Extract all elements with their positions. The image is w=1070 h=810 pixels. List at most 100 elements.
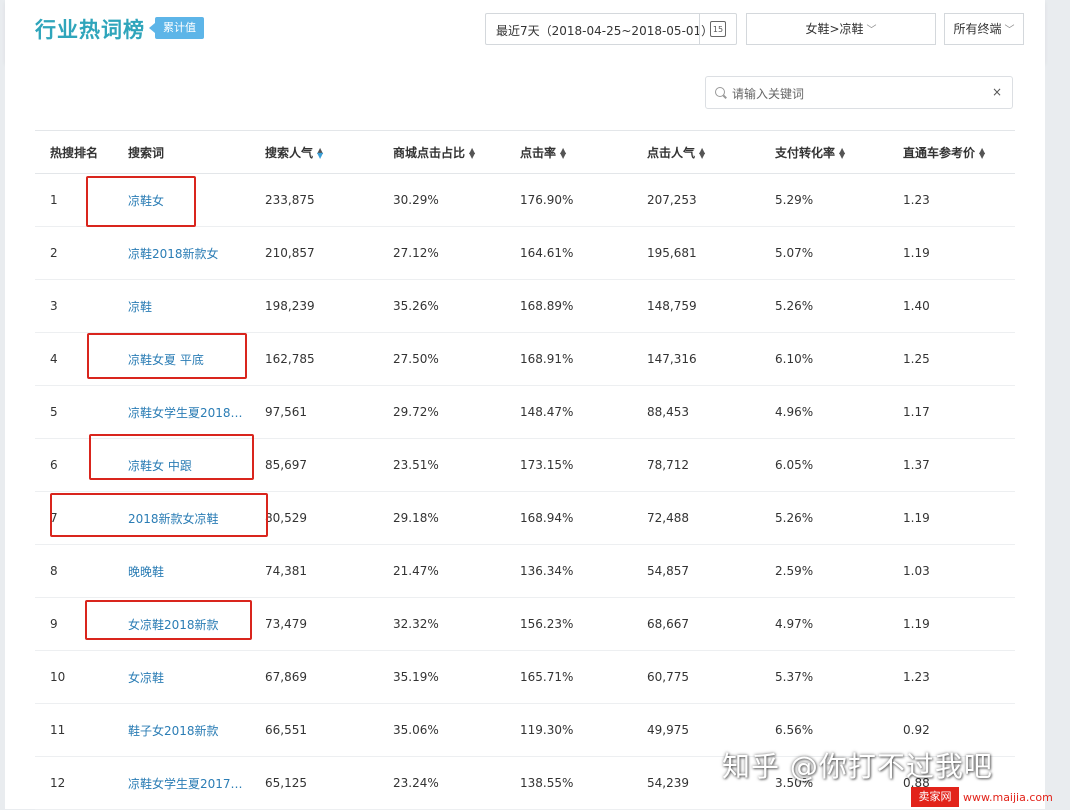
- cell-mall-click-ratio: 29.18%: [378, 491, 505, 545]
- cell-conversion: 6.10%: [760, 332, 888, 386]
- col-header-mall-click-ratio[interactable]: 商城点击占比 ▲ ▼: [378, 130, 505, 174]
- cell-ctr: 136.34%: [505, 544, 632, 598]
- calendar-button[interactable]: 15: [699, 14, 736, 44]
- sort-icon[interactable]: ▲ ▼: [979, 147, 985, 160]
- terminal-dropdown[interactable]: 所有终端 ﹀: [944, 13, 1024, 45]
- search-icon: [715, 87, 725, 97]
- cell-keyword[interactable]: 女凉鞋: [113, 650, 250, 704]
- cell-ctr: 176.90%: [505, 173, 632, 227]
- table-row: 8 晚晚鞋 74,381 21.47% 136.34% 54,857 2.59% 1.03: [35, 544, 1015, 598]
- cell-mall-click-ratio: 35.26%: [378, 279, 505, 333]
- search-input[interactable]: [730, 83, 984, 105]
- sort-icon[interactable]: ▲ ▼: [469, 147, 475, 160]
- sort-icon[interactable]: ▲ ▼: [839, 147, 845, 160]
- cell-mall-click-ratio: 21.47%: [378, 544, 505, 598]
- cell-rank: 3: [35, 279, 113, 333]
- cell-ctr: 156.23%: [505, 597, 632, 651]
- col-header-keyword: 搜索词: [113, 130, 250, 174]
- page-title: 行业热词榜: [35, 18, 145, 42]
- highlight-box: [89, 434, 254, 480]
- cell-ppc-price: 1.19: [888, 491, 1015, 545]
- cell-ppc-price: 1.23: [888, 650, 1015, 704]
- sort-icon[interactable]: ▲ ▼: [699, 147, 705, 160]
- table-header-row: 热搜排名 搜索词 搜索人气 ▲ ▼ 商城点击占比 ▲ ▼ 点击率 ▲ ▼ 点击人气 ▲ ▼ 支付…: [35, 130, 1015, 174]
- cell-click-popularity: 78,712: [632, 438, 760, 492]
- site-url: www.maijia.com: [963, 791, 1053, 804]
- cell-ctr: 165.71%: [505, 650, 632, 704]
- close-icon[interactable]: ×: [992, 85, 1002, 99]
- cell-mall-click-ratio: 35.19%: [378, 650, 505, 704]
- watermark-text: 知乎 @你打不过我吧: [722, 750, 993, 783]
- cell-click-popularity: 207,253: [632, 173, 760, 227]
- cell-ctr: 168.91%: [505, 332, 632, 386]
- cell-search-popularity: 97,561: [250, 385, 378, 439]
- cell-click-popularity: 54,857: [632, 544, 760, 598]
- cell-conversion: 2.59%: [760, 544, 888, 598]
- cell-mall-click-ratio: 23.51%: [378, 438, 505, 492]
- table-row: 10 女凉鞋 67,869 35.19% 165.71% 60,775 5.37% 1.23: [35, 650, 1015, 704]
- cell-conversion: 6.05%: [760, 438, 888, 492]
- cell-ppc-price: 1.17: [888, 385, 1015, 439]
- cell-conversion: 5.26%: [760, 491, 888, 545]
- cell-ctr: 119.30%: [505, 703, 632, 757]
- cell-ppc-price: 1.40: [888, 279, 1015, 333]
- cell-conversion: 5.29%: [760, 173, 888, 227]
- cell-click-popularity: 148,759: [632, 279, 760, 333]
- cell-keyword[interactable]: 凉鞋2018新款女: [113, 226, 250, 280]
- date-range-picker[interactable]: 最近7天（2018-04-25~2018-05-01） 15: [485, 13, 737, 45]
- cell-keyword[interactable]: 凉鞋女学生夏2017新...: [113, 756, 250, 810]
- cell-search-popularity: 233,875: [250, 173, 378, 227]
- table-row: 2 凉鞋2018新款女 210,857 27.12% 164.61% 195,681 5.0…: [35, 226, 1015, 280]
- cell-ppc-price: 1.25: [888, 332, 1015, 386]
- col-header-search-popularity[interactable]: 搜索人气 ▲ ▼: [250, 130, 378, 174]
- cell-search-popularity: 210,857: [250, 226, 378, 280]
- cell-ctr: 138.55%: [505, 756, 632, 810]
- sort-icon[interactable]: ▲ ▼: [317, 147, 323, 160]
- cell-ctr: 148.47%: [505, 385, 632, 439]
- category-dropdown[interactable]: 女鞋>凉鞋 ﹀: [746, 13, 936, 45]
- col-header-rank: 热搜排名: [35, 130, 113, 174]
- cell-keyword[interactable]: 晚晚鞋: [113, 544, 250, 598]
- highlight-box: [50, 493, 268, 537]
- cell-click-popularity: 60,775: [632, 650, 760, 704]
- cell-ctr: 164.61%: [505, 226, 632, 280]
- cell-ctr: 168.89%: [505, 279, 632, 333]
- cell-rank: 11: [35, 703, 113, 757]
- cell-ppc-price: 1.03: [888, 544, 1015, 598]
- cell-ctr: 173.15%: [505, 438, 632, 492]
- cell-click-popularity: 72,488: [632, 491, 760, 545]
- cell-mall-click-ratio: 30.29%: [378, 173, 505, 227]
- highlight-box: [85, 600, 252, 640]
- keyword-search-box[interactable]: ×: [705, 76, 1013, 109]
- cell-keyword[interactable]: 凉鞋女学生夏2018新...: [113, 385, 250, 439]
- cell-click-popularity: 88,453: [632, 385, 760, 439]
- terminal-value: 所有终端: [953, 22, 1002, 36]
- cell-search-popularity: 74,381: [250, 544, 378, 598]
- cell-ppc-price: 1.19: [888, 226, 1015, 280]
- table-row: 3 凉鞋 198,239 35.26% 168.89% 148,759 5.26% 1.40: [35, 279, 1015, 333]
- col-header-ppc-price[interactable]: 直通车参考价 ▲ ▼: [888, 130, 1015, 174]
- cell-click-popularity: 195,681: [632, 226, 760, 280]
- col-header-ctr[interactable]: 点击率 ▲ ▼: [505, 130, 632, 174]
- cell-mall-click-ratio: 35.06%: [378, 703, 505, 757]
- col-header-conversion[interactable]: 支付转化率 ▲ ▼: [760, 130, 888, 174]
- cell-rank: 12: [35, 756, 113, 810]
- cell-conversion: 5.07%: [760, 226, 888, 280]
- cell-mall-click-ratio: 27.12%: [378, 226, 505, 280]
- date-range-text: 最近7天（2018-04-25~2018-05-01）: [496, 24, 714, 38]
- cell-mall-click-ratio: 29.72%: [378, 385, 505, 439]
- cell-keyword[interactable]: 凉鞋: [113, 279, 250, 333]
- cell-click-popularity: 68,667: [632, 597, 760, 651]
- highlight-box: [86, 176, 196, 227]
- cell-search-popularity: 65,125: [250, 756, 378, 810]
- cumulative-badge[interactable]: 累计值: [149, 17, 204, 39]
- col-header-click-popularity[interactable]: 点击人气 ▲ ▼: [632, 130, 760, 174]
- table-row: 5 凉鞋女学生夏2018新... 97,561 29.72% 148.47% 88,453…: [35, 385, 1015, 439]
- cell-search-popularity: 73,479: [250, 597, 378, 651]
- sort-icon[interactable]: ▲ ▼: [560, 147, 566, 160]
- cell-ppc-price: 1.37: [888, 438, 1015, 492]
- cell-click-popularity: 147,316: [632, 332, 760, 386]
- cell-mall-click-ratio: 27.50%: [378, 332, 505, 386]
- cell-keyword[interactable]: 鞋子女2018新款: [113, 703, 250, 757]
- cell-conversion: 5.26%: [760, 279, 888, 333]
